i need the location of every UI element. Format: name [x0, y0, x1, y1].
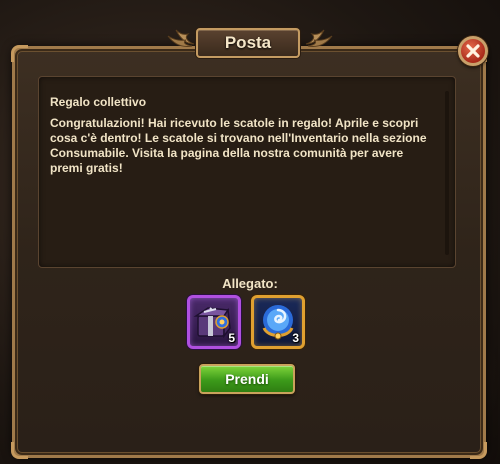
dialog-title: Posta	[224, 33, 272, 52]
take-button[interactable]: Prendi	[199, 364, 295, 394]
frame-corner	[11, 45, 28, 62]
take-button-label: Prendi	[225, 371, 269, 387]
message-body: Congratulazioni! Hai ricevuto le scatole…	[50, 116, 427, 175]
right-leaf-ornament-icon	[305, 29, 333, 47]
close-x-icon	[466, 44, 480, 58]
frame-corner	[470, 442, 487, 459]
game-screen: Posta Regalo collettivo Congratulazioni!…	[0, 0, 500, 464]
message-box[interactable]: Regalo collettivo Congratulazioni! Hai r…	[38, 76, 456, 268]
frame-corner	[11, 442, 28, 459]
attachment-item-chest[interactable]: 5	[187, 295, 241, 349]
close-button[interactable]	[458, 36, 488, 66]
dialog-title-plate: Posta	[196, 28, 300, 58]
message-title: Regalo collettivo	[50, 95, 147, 109]
left-leaf-ornament-icon	[167, 29, 195, 47]
attachment-item-orb[interactable]: 3	[251, 295, 305, 349]
message-scrollbar[interactable]	[445, 91, 449, 255]
attachment-quantity: 5	[228, 331, 235, 345]
attachments-label: Allegato:	[222, 276, 278, 291]
attachment-quantity: 3	[292, 331, 299, 345]
